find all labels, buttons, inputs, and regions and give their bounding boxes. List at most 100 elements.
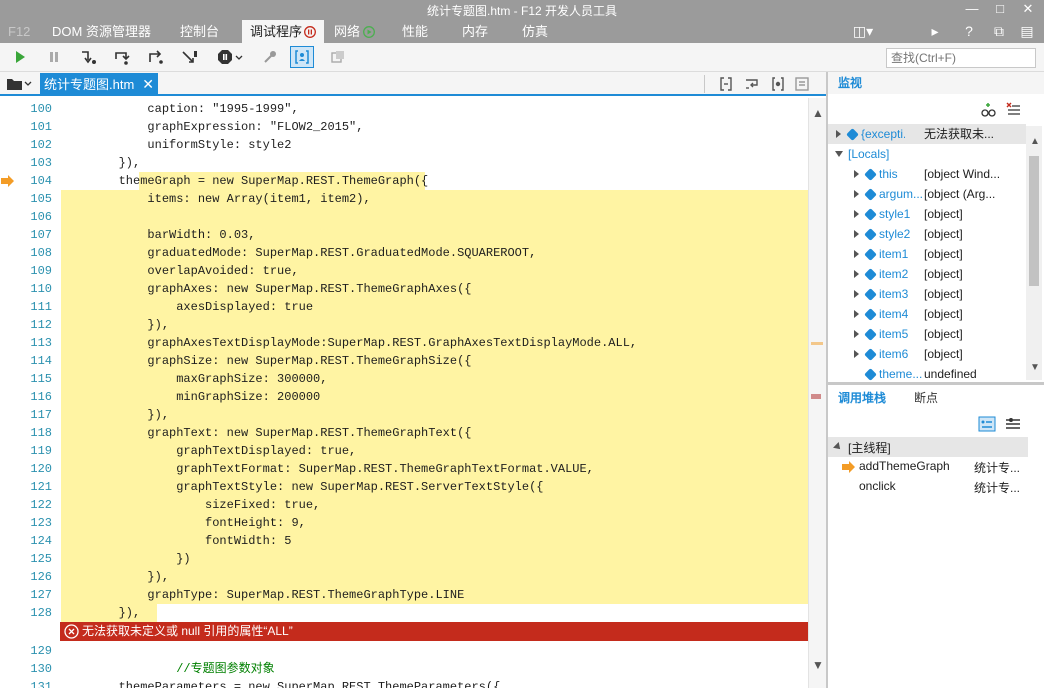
- line-number[interactable]: 106: [18, 208, 52, 226]
- line-number[interactable]: 111: [18, 298, 52, 316]
- expand-arrow-icon[interactable]: [854, 230, 859, 238]
- expand-arrow-icon[interactable]: [854, 310, 859, 318]
- line-number[interactable]: 128: [18, 604, 52, 622]
- watch-scroll-down-icon[interactable]: ▼: [1030, 362, 1040, 373]
- line-number[interactable]: 100: [18, 100, 52, 118]
- disconnect-icon[interactable]: [258, 46, 282, 68]
- expand-arrow-icon[interactable]: [854, 250, 859, 258]
- watch-row[interactable]: this [object Wind...: [828, 164, 1026, 184]
- expand-arrow-icon[interactable]: [854, 330, 859, 338]
- line-number[interactable]: 121: [18, 478, 52, 496]
- tab-memory[interactable]: 内存: [454, 20, 496, 43]
- step-into-icon[interactable]: [76, 46, 100, 68]
- code-editor[interactable]: 100 caption: "1995-1999", 101 graphExpres…: [0, 98, 808, 688]
- minimize-button[interactable]: —: [958, 0, 986, 20]
- exception-behavior-icon[interactable]: [214, 46, 246, 68]
- line-number[interactable]: 114: [18, 352, 52, 370]
- expand-arrow-icon[interactable]: [854, 270, 859, 278]
- close-tab-icon[interactable]: ✕: [142, 73, 154, 96]
- break-icon[interactable]: [42, 46, 66, 68]
- expand-arrow-icon[interactable]: [854, 290, 859, 298]
- line-number[interactable]: 127: [18, 586, 52, 604]
- line-number[interactable]: 108: [18, 244, 52, 262]
- search-input[interactable]: [886, 48, 1036, 68]
- source-map-icon[interactable]: [770, 76, 786, 95]
- line-number[interactable]: 109: [18, 262, 52, 280]
- tab-dom-explorer[interactable]: DOM 资源管理器: [44, 20, 159, 43]
- file-tab-active[interactable]: 统计专题图.htm ✕: [40, 73, 158, 96]
- expand-arrow-icon[interactable]: [854, 190, 859, 198]
- locals-group-row[interactable]: [Locals]: [828, 144, 1026, 164]
- collapse-arrow-icon[interactable]: [835, 151, 843, 157]
- line-number[interactable]: 107: [18, 226, 52, 244]
- line-number[interactable]: 110: [18, 280, 52, 298]
- line-number[interactable]: 117: [18, 406, 52, 424]
- expand-arrow-icon[interactable]: [836, 130, 841, 138]
- display-target-icon[interactable]: ◫▾: [848, 20, 878, 43]
- line-number[interactable]: 105: [18, 190, 52, 208]
- step-out-icon[interactable]: [144, 46, 168, 68]
- line-number[interactable]: 101: [18, 118, 52, 136]
- scroll-up-icon[interactable]: ▲: [812, 106, 824, 120]
- line-number[interactable]: 103: [18, 154, 52, 172]
- expand-arrow-icon[interactable]: [854, 170, 859, 178]
- line-number[interactable]: 102: [18, 136, 52, 154]
- async-stack-icon[interactable]: [1004, 416, 1022, 435]
- line-number[interactable]: 113: [18, 334, 52, 352]
- tab-network[interactable]: 网络: [326, 20, 380, 43]
- undock-icon[interactable]: ⧉: [986, 20, 1012, 43]
- line-number[interactable]: 119: [18, 442, 52, 460]
- line-number[interactable]: 104: [18, 172, 52, 190]
- watch-row[interactable]: item6 [object]: [828, 344, 1026, 364]
- scroll-down-icon[interactable]: ▼: [812, 658, 824, 672]
- help-icon[interactable]: ?: [956, 20, 982, 43]
- stack-frame-row[interactable]: onclick 统计专...: [828, 477, 1028, 497]
- watch-row[interactable]: theme... undefined: [828, 364, 1026, 384]
- watch-row[interactable]: argum... [object (Arg...: [828, 184, 1026, 204]
- maximize-button[interactable]: □: [986, 0, 1014, 20]
- watch-row[interactable]: {excepti... 无法获取未...: [828, 124, 1026, 144]
- watch-row[interactable]: item4 [object]: [828, 304, 1026, 324]
- expand-arrow-icon[interactable]: [854, 350, 859, 358]
- continue-icon[interactable]: [8, 46, 32, 68]
- line-number[interactable]: 112: [18, 316, 52, 334]
- thread-row[interactable]: [主线程]: [828, 437, 1028, 457]
- line-number[interactable]: 124: [18, 532, 52, 550]
- dock-icon[interactable]: ▤: [1014, 20, 1040, 43]
- watch-scroll-up-icon[interactable]: ▲: [1030, 136, 1040, 147]
- editor-scrollbar[interactable]: ▲ ▼: [808, 98, 826, 688]
- just-my-code-icon[interactable]: [290, 46, 314, 68]
- line-number[interactable]: 115: [18, 370, 52, 388]
- tab-performance[interactable]: 性能: [394, 20, 436, 43]
- show-code-only-icon[interactable]: [978, 416, 996, 435]
- watch-row[interactable]: style1 [object]: [828, 204, 1026, 224]
- open-document-icon[interactable]: [6, 76, 32, 95]
- expand-arrow-icon[interactable]: [854, 210, 859, 218]
- close-window-button[interactable]: ✕: [1014, 0, 1042, 20]
- tab-console[interactable]: 控制台: [172, 20, 227, 43]
- step-over-icon[interactable]: [110, 46, 134, 68]
- line-number[interactable]: 129: [18, 642, 52, 660]
- line-number[interactable]: 120: [18, 460, 52, 478]
- line-number[interactable]: 131: [18, 678, 52, 688]
- watch-row[interactable]: item1 [object]: [828, 244, 1026, 264]
- line-number[interactable]: 130: [18, 660, 52, 678]
- tab-emulation[interactable]: 仿真: [514, 20, 556, 43]
- line-number[interactable]: 126: [18, 568, 52, 586]
- line-number[interactable]: 123: [18, 514, 52, 532]
- doc-outline-icon[interactable]: [794, 76, 810, 95]
- console-toggle-icon[interactable]: ▸: [922, 20, 948, 43]
- tab-call-stack[interactable]: 调用堆栈: [838, 388, 886, 408]
- line-number[interactable]: 116: [18, 388, 52, 406]
- pretty-print-icon[interactable]: [326, 46, 350, 68]
- tab-debugger[interactable]: 调试程序: [242, 20, 324, 43]
- watch-row[interactable]: item3 [object]: [828, 284, 1026, 304]
- watch-scroll-thumb[interactable]: [1029, 156, 1039, 286]
- watch-row[interactable]: style2 [object]: [828, 224, 1026, 244]
- watch-scrollbar[interactable]: ▲ ▼: [1026, 126, 1042, 380]
- watch-row[interactable]: item5 [object]: [828, 324, 1026, 344]
- word-wrap-icon[interactable]: [744, 76, 760, 95]
- line-number[interactable]: 122: [18, 496, 52, 514]
- expand-arrow-icon[interactable]: [833, 442, 843, 452]
- format-code-icon[interactable]: [718, 76, 734, 95]
